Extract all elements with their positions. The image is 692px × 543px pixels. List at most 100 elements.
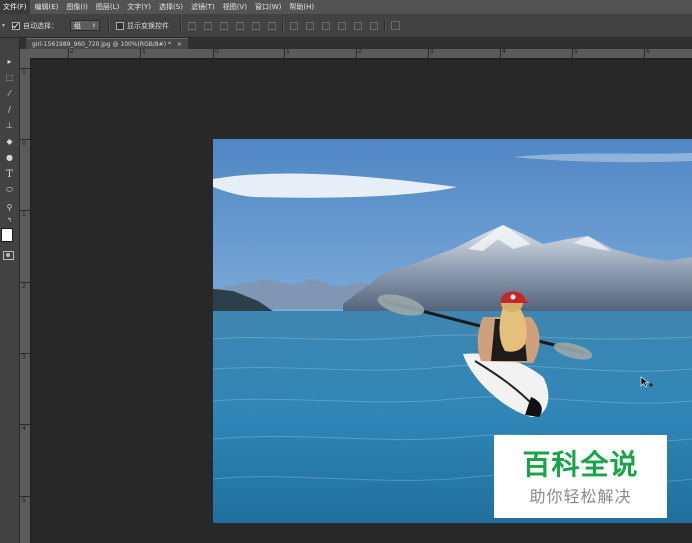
ruler-tick <box>500 49 501 58</box>
clone-stamp-tool[interactable]: ⊥ <box>2 118 17 132</box>
ruler-label: 4 <box>502 48 506 55</box>
ruler-tick <box>428 49 429 58</box>
move-cursor-icon <box>640 376 653 388</box>
marquee-tool[interactable]: ⬚ <box>2 70 17 84</box>
ruler-label: 5 <box>22 497 26 504</box>
show-transform-label: 显示变换控件 <box>127 21 169 30</box>
ruler-tick <box>68 49 69 58</box>
ruler-label: 2 <box>70 48 74 55</box>
auto-select-toggle[interactable]: 自动选择： <box>12 14 58 37</box>
swap-colors-icon: ↰ <box>6 216 13 224</box>
move-tool-icon: ▸ <box>7 56 12 66</box>
shape-tool-icon: ⬭ <box>6 185 13 194</box>
auto-select-target-value: 组 <box>74 21 81 30</box>
menu-select[interactable]: 选择(S) <box>156 0 186 14</box>
ruler-label: 1 <box>22 211 26 218</box>
zoom-tool[interactable]: ⚲ <box>2 200 17 214</box>
document-tab-title: girl-1561989_960_720.jpg @ 100%(RGB/8#) … <box>32 41 171 48</box>
align-horizontal-center-icon[interactable] <box>252 21 260 30</box>
ruler-tick <box>356 49 357 58</box>
shape-tool[interactable]: ⬭ <box>2 183 17 197</box>
ruler-tick <box>644 49 645 58</box>
auto-select-checkbox[interactable] <box>12 21 20 30</box>
chevron-down-icon: ▾ <box>2 22 6 29</box>
paint-bucket-tool[interactable]: ◆ <box>2 134 17 148</box>
menu-filter[interactable]: 滤镜(T) <box>188 0 218 14</box>
close-icon[interactable]: × <box>177 41 182 48</box>
watermark-badge: 百科全说 助你轻松解决 <box>494 435 667 518</box>
zoom-tool-icon: ⚲ <box>6 202 13 212</box>
menu-window[interactable]: 窗口(W) <box>252 0 284 14</box>
distribute-vertical-center-icon[interactable] <box>306 21 314 30</box>
menu-help[interactable]: 帮助(H) <box>286 0 317 14</box>
ruler-label: 6 <box>646 48 650 55</box>
ruler-label: 2 <box>22 283 26 290</box>
dodge-tool[interactable]: ● <box>2 150 17 164</box>
menu-file[interactable]: 文件(F) <box>0 0 30 14</box>
ruler-label: 1 <box>286 48 290 55</box>
watermark-title: 百科全说 <box>522 448 639 481</box>
show-transform-checkbox[interactable] <box>116 21 124 30</box>
ruler-label: 0 <box>215 48 219 55</box>
move-tool[interactable]: ▸ <box>2 54 17 68</box>
ruler-label: 1 <box>142 48 146 55</box>
type-tool[interactable]: T <box>2 167 17 181</box>
ruler-label: 2 <box>358 48 362 55</box>
divider <box>282 18 284 33</box>
tool-preset-picker[interactable]: ▾ <box>2 14 5 37</box>
align-vertical-center-icon[interactable] <box>204 21 212 30</box>
auto-select-target-dropdown[interactable]: 组 ⇕ <box>70 20 100 31</box>
ruler-tick <box>572 49 573 58</box>
ruler-tick <box>140 49 141 58</box>
distribute-top-icon[interactable] <box>290 21 298 30</box>
ruler-tick <box>213 49 214 58</box>
ruler-label: 1 <box>22 69 26 76</box>
eyedropper-tool[interactable]: ⁄ <box>2 86 17 100</box>
distribute-bottom-icon[interactable] <box>322 21 330 30</box>
dodge-tool-icon: ● <box>6 152 13 162</box>
divider <box>384 18 386 33</box>
document-tab-bar: girl-1561989_960_720.jpg @ 100%(RGB/8#) … <box>20 38 692 50</box>
quick-mask-button[interactable] <box>3 251 14 260</box>
ruler-tick <box>284 49 285 58</box>
ruler-label: 3 <box>430 48 434 55</box>
menu-edit[interactable]: 编辑(E) <box>32 0 62 14</box>
align-left-icon[interactable] <box>236 21 244 30</box>
quick-mask-icon <box>6 253 10 257</box>
menu-layer[interactable]: 图层(L) <box>93 0 122 14</box>
clone-stamp-tool-icon: ⊥ <box>6 120 13 130</box>
auto-select-label: 自动选择： <box>23 21 58 30</box>
brush-tool[interactable]: ∕ <box>2 102 17 116</box>
ruler-label: 3 <box>22 354 26 361</box>
distribute-left-icon[interactable] <box>338 21 346 30</box>
eyedropper-tool-icon: ⁄ <box>8 88 11 98</box>
distribute-right-icon[interactable] <box>370 21 378 30</box>
ruler-label: 4 <box>22 425 26 432</box>
vertical-ruler: 1 0 1 2 3 4 5 <box>20 58 31 543</box>
type-tool-icon: T <box>6 168 13 180</box>
watermark-subtitle: 助你轻松解决 <box>529 487 632 506</box>
auto-align-layers-icon[interactable] <box>391 21 400 30</box>
align-right-icon[interactable] <box>268 21 276 30</box>
menu-image[interactable]: 图像(I) <box>63 0 91 14</box>
divider <box>108 18 110 33</box>
paint-bucket-tool-icon: ◆ <box>6 136 13 146</box>
menu-type[interactable]: 文字(Y) <box>124 0 154 14</box>
ruler-label: 0 <box>22 140 26 147</box>
options-bar: ▾ 自动选择： 组 ⇕ 显示变换控件 <box>0 14 692 38</box>
divider <box>180 18 182 33</box>
align-bottom-icon[interactable] <box>220 21 228 30</box>
swap-colors-button[interactable]: ↰ <box>2 213 17 227</box>
brush-tool-icon: ∕ <box>8 104 11 114</box>
marquee-tool-icon: ⬚ <box>5 72 14 82</box>
align-top-icon[interactable] <box>188 21 196 30</box>
show-transform-toggle[interactable]: 显示变换控件 <box>116 14 169 37</box>
foreground-color-swatch[interactable] <box>1 228 13 242</box>
ruler-label: 5 <box>574 48 578 55</box>
menu-view[interactable]: 视图(V) <box>220 0 250 14</box>
menu-bar: 文件(F) 编辑(E) 图像(I) 图层(L) 文字(Y) 选择(S) 滤镜(T) 视图(V)… <box>0 0 692 14</box>
horizontal-ruler: 2 1 0 1 2 3 4 5 6 <box>20 48 692 59</box>
tools-panel: ▸ ⬚ ⁄ ∕ ⊥ ◆ ● T ⬭ ⚲ ↰ <box>0 38 20 543</box>
stepper-arrows-icon: ⇕ <box>91 22 96 29</box>
distribute-horizontal-center-icon[interactable] <box>354 21 362 30</box>
